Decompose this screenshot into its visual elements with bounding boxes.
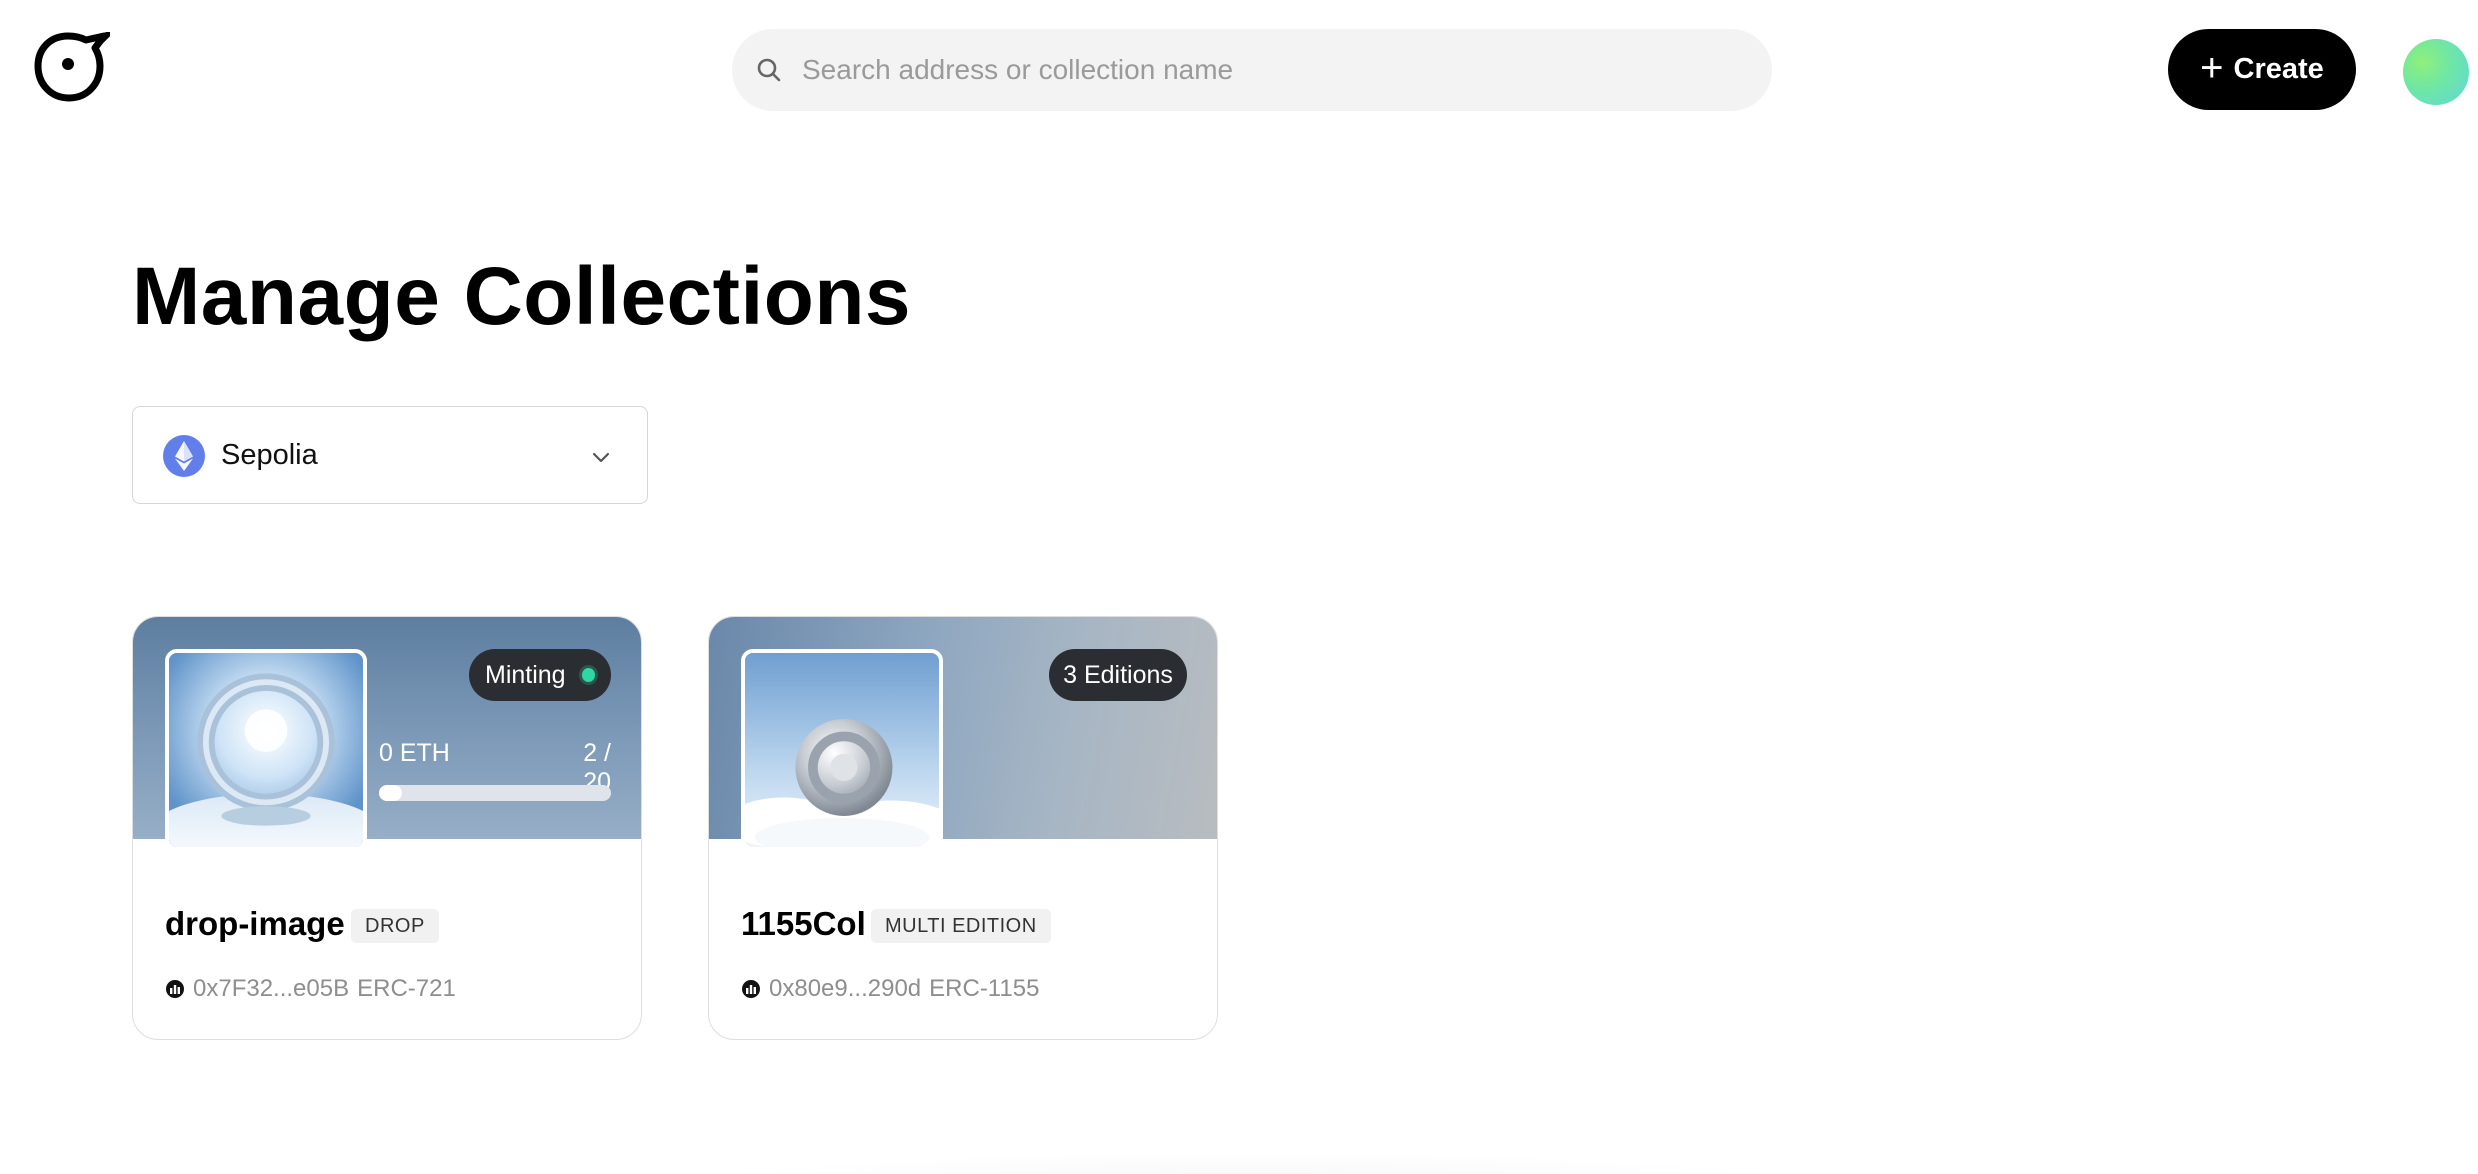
collection-card-drop-image[interactable]: Minting 0 ETH 2 / 20 drop-image DROP 0x7…	[132, 616, 642, 1040]
editions-badge: 3 Editions	[1049, 649, 1187, 701]
editions-label: 3 Editions	[1063, 660, 1173, 689]
search-input[interactable]	[802, 29, 1742, 111]
create-button-label: Create	[2233, 53, 2324, 85]
plus-icon: +	[2200, 45, 2224, 90]
chevron-down-icon	[592, 452, 610, 463]
network-select[interactable]: Sepolia	[132, 406, 648, 504]
collection-name: 1155Col	[741, 905, 866, 942]
mint-price: 0 ETH	[379, 739, 450, 767]
status-label: Minting	[485, 660, 566, 689]
page-title: Manage Collections	[132, 251, 912, 342]
contract-address: 0x80e9...290d	[769, 975, 922, 1002]
collection-card-1155col[interactable]: 3 Editions 1155Col MULTI EDITION 0x80e9.…	[708, 616, 1218, 1040]
chain-icon	[166, 980, 184, 998]
token-standard: ERC-721	[357, 975, 456, 1002]
search-bar[interactable]	[732, 29, 1772, 111]
collection-type-tag: DROP	[351, 909, 439, 943]
minting-indicator-dot	[581, 668, 595, 682]
contract-address: 0x7F32...e05B	[193, 975, 350, 1002]
contract-info: 0x80e9...290d ERC-1155	[741, 975, 1039, 1003]
search-icon	[757, 58, 781, 82]
token-standard: ERC-1155	[929, 975, 1040, 1002]
mint-progress-bar	[379, 785, 611, 801]
status-badge: Minting	[469, 649, 611, 701]
contract-info: 0x7F32...e05B ERC-721	[165, 975, 456, 1003]
bottom-shadow	[560, 1150, 1940, 1174]
create-button[interactable]: + Create	[2168, 29, 2356, 110]
collection-thumbnail	[165, 649, 367, 851]
bird-logo-icon[interactable]	[34, 32, 110, 102]
mint-progress-fill	[379, 785, 403, 801]
chain-icon	[742, 980, 760, 998]
collection-name: drop-image	[165, 905, 345, 942]
collection-type-tag: MULTI EDITION	[871, 909, 1051, 943]
network-selected-label: Sepolia	[221, 439, 318, 471]
ethereum-icon	[163, 435, 205, 477]
collection-thumbnail	[741, 649, 943, 851]
user-avatar[interactable]	[2403, 39, 2469, 105]
